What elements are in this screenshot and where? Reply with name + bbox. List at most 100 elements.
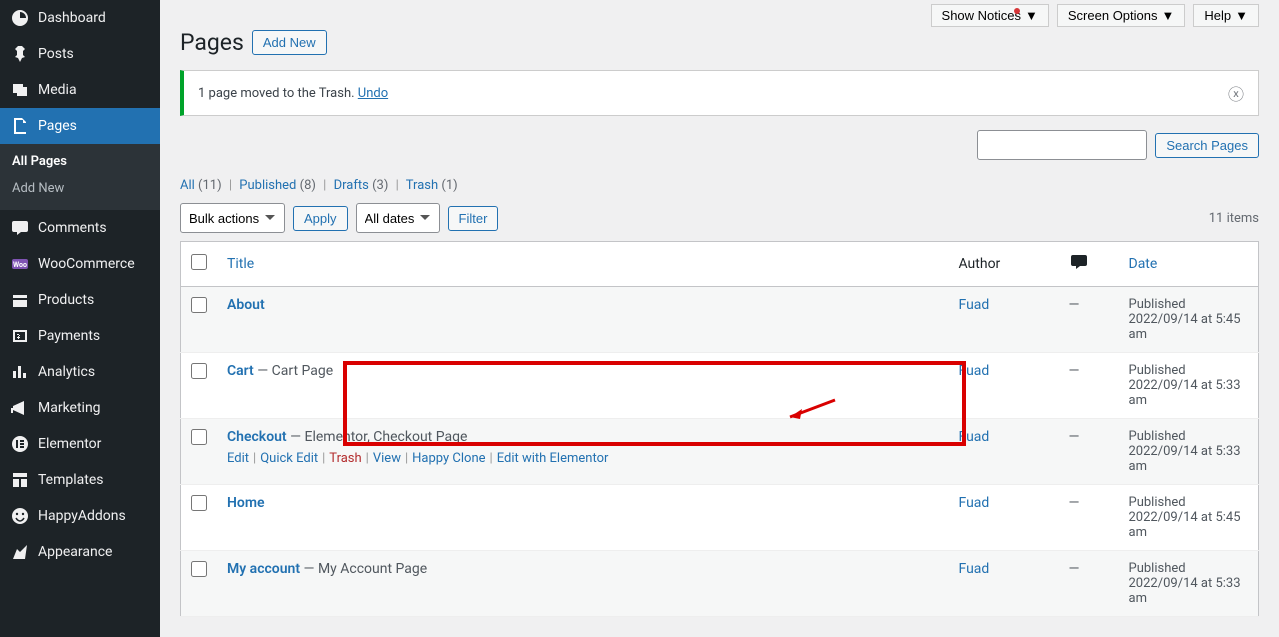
quick-edit-link[interactable]: Quick Edit <box>260 451 318 466</box>
table-row: Home Fuad —Published2022/09/14 at 5:45 am <box>181 485 1259 551</box>
date-cell: Published2022/09/14 at 5:45 am <box>1119 485 1259 551</box>
sidebar-item-analytics[interactable]: Analytics <box>0 354 160 390</box>
top-bar: Show Notices ▼ Screen Options ▼ Help ▼ <box>180 0 1259 27</box>
sidebar-item-dashboard[interactable]: Dashboard <box>0 0 160 36</box>
sidebar-item-posts[interactable]: Posts <box>0 36 160 72</box>
sidebar-item-label: Dashboard <box>38 10 106 26</box>
table-row: Cart — Cart Page Fuad —Published2022/09/14… <box>181 353 1259 419</box>
date-cell: Published2022/09/14 at 5:33 am <box>1119 551 1259 617</box>
search-pages-button[interactable]: Search Pages <box>1155 133 1259 158</box>
filter-published[interactable]: Published <box>239 178 296 193</box>
main-content: Show Notices ▼ Screen Options ▼ Help ▼ P… <box>160 0 1279 637</box>
table-row: AboutFuad—Published2022/09/14 at 5:45 am <box>181 287 1259 353</box>
sidebar-item-label: Analytics <box>38 364 95 380</box>
filter-drafts[interactable]: Drafts <box>334 178 369 193</box>
edit-link[interactable]: Edit <box>227 451 249 466</box>
select-all-checkbox[interactable] <box>191 254 207 270</box>
author-link[interactable]: Fuad <box>959 363 990 379</box>
sidebar-item-woocommerce[interactable]: Woo WooCommerce <box>0 246 160 282</box>
sidebar-sub-all-pages[interactable]: All Pages <box>0 148 160 175</box>
edit-elementor-link[interactable]: Edit with Elementor <box>497 451 609 466</box>
payment-icon <box>10 326 30 346</box>
notice-dot-icon <box>1014 8 1020 14</box>
bulk-actions-select[interactable]: Bulk actions <box>180 203 285 233</box>
comments-count: — <box>1059 485 1119 551</box>
notice-text: 1 page moved to the Trash. <box>198 86 355 101</box>
comments-count: — <box>1059 419 1119 485</box>
sidebar-item-payments[interactable]: Payments <box>0 318 160 354</box>
row-actions: Edit|Quick Edit|Trash|View|Happy Clone|E… <box>227 451 939 466</box>
marketing-icon <box>10 398 30 418</box>
sidebar-item-happyaddons[interactable]: HappyAddons <box>0 498 160 534</box>
filter-trash[interactable]: Trash <box>406 178 438 193</box>
author-link[interactable]: Fuad <box>959 561 990 577</box>
row-checkbox[interactable] <box>191 561 207 577</box>
view-link[interactable]: View <box>373 451 401 466</box>
page-title: Pages <box>180 29 244 56</box>
dismiss-notice-icon[interactable]: ⓧ <box>1228 81 1244 105</box>
sidebar-item-appearance[interactable]: Appearance <box>0 534 160 570</box>
add-new-button[interactable]: Add New <box>252 30 327 55</box>
happy-icon <box>10 506 30 526</box>
column-title[interactable]: Title <box>217 242 949 287</box>
items-count: 11 items <box>1209 211 1259 226</box>
comment-icon <box>1069 252 1089 272</box>
dashboard-icon <box>10 8 30 28</box>
page-title-link[interactable]: Home <box>227 495 265 511</box>
sidebar-item-label: Templates <box>38 472 104 488</box>
row-checkbox[interactable] <box>191 363 207 379</box>
column-date[interactable]: Date <box>1119 242 1259 287</box>
page-title-link[interactable]: Checkout <box>227 429 287 445</box>
sidebar-item-templates[interactable]: Templates <box>0 462 160 498</box>
admin-sidebar: Dashboard Posts Media Pages All PagesAdd New… <box>0 0 160 637</box>
author-link[interactable]: Fuad <box>959 495 990 511</box>
apply-button[interactable]: Apply <box>293 206 348 231</box>
sidebar-item-label: Posts <box>38 46 74 62</box>
undo-link[interactable]: Undo <box>358 86 388 101</box>
post-state: — Cart Page <box>254 363 333 379</box>
filter-all[interactable]: All <box>180 178 195 193</box>
sidebar-item-comments[interactable]: Comments <box>0 210 160 246</box>
analytics-icon <box>10 362 30 382</box>
sidebar-sub-add-new[interactable]: Add New <box>0 175 160 202</box>
author-link[interactable]: Fuad <box>959 429 990 445</box>
sidebar-item-label: Marketing <box>38 400 101 416</box>
sidebar-item-label: Media <box>38 82 77 98</box>
sidebar-item-label: WooCommerce <box>38 256 135 272</box>
sidebar-item-products[interactable]: Products <box>0 282 160 318</box>
date-cell: Published2022/09/14 at 5:45 am <box>1119 287 1259 353</box>
sidebar-item-pages[interactable]: Pages <box>0 108 160 144</box>
column-author: Author <box>949 242 1059 287</box>
help-button[interactable]: Help ▼ <box>1193 4 1259 27</box>
sidebar-item-marketing[interactable]: Marketing <box>0 390 160 426</box>
comments-count: — <box>1059 353 1119 419</box>
page-icon <box>10 116 30 136</box>
elementor-icon <box>10 434 30 454</box>
page-title-link[interactable]: My account <box>227 561 300 577</box>
woo-icon: Woo <box>10 254 30 274</box>
sidebar-item-media[interactable]: Media <box>0 72 160 108</box>
sidebar-item-label: Products <box>38 292 94 308</box>
search-input[interactable] <box>977 130 1147 160</box>
date-filter-select[interactable]: All dates <box>356 203 440 233</box>
row-checkbox[interactable] <box>191 429 207 445</box>
show-notices-button[interactable]: Show Notices ▼ <box>931 4 1049 27</box>
row-checkbox[interactable] <box>191 495 207 511</box>
date-cell: Published2022/09/14 at 5:33 am <box>1119 353 1259 419</box>
column-comments[interactable] <box>1059 242 1119 287</box>
trash-link[interactable]: Trash <box>329 451 361 466</box>
filter-button[interactable]: Filter <box>448 206 499 231</box>
comment-icon <box>10 218 30 238</box>
table-row: Checkout — Elementor, Checkout PageEdit|… <box>181 419 1259 485</box>
row-checkbox[interactable] <box>191 297 207 313</box>
screen-options-button[interactable]: Screen Options ▼ <box>1057 4 1185 27</box>
happy-clone-link[interactable]: Happy Clone <box>412 451 485 466</box>
svg-text:Woo: Woo <box>13 261 27 269</box>
sidebar-item-elementor[interactable]: Elementor <box>0 426 160 462</box>
pin-icon <box>10 44 30 64</box>
media-icon <box>10 80 30 100</box>
page-title-link[interactable]: Cart <box>227 363 254 379</box>
page-title-link[interactable]: About <box>227 297 265 313</box>
author-link[interactable]: Fuad <box>959 297 990 313</box>
sidebar-item-label: HappyAddons <box>38 508 126 524</box>
